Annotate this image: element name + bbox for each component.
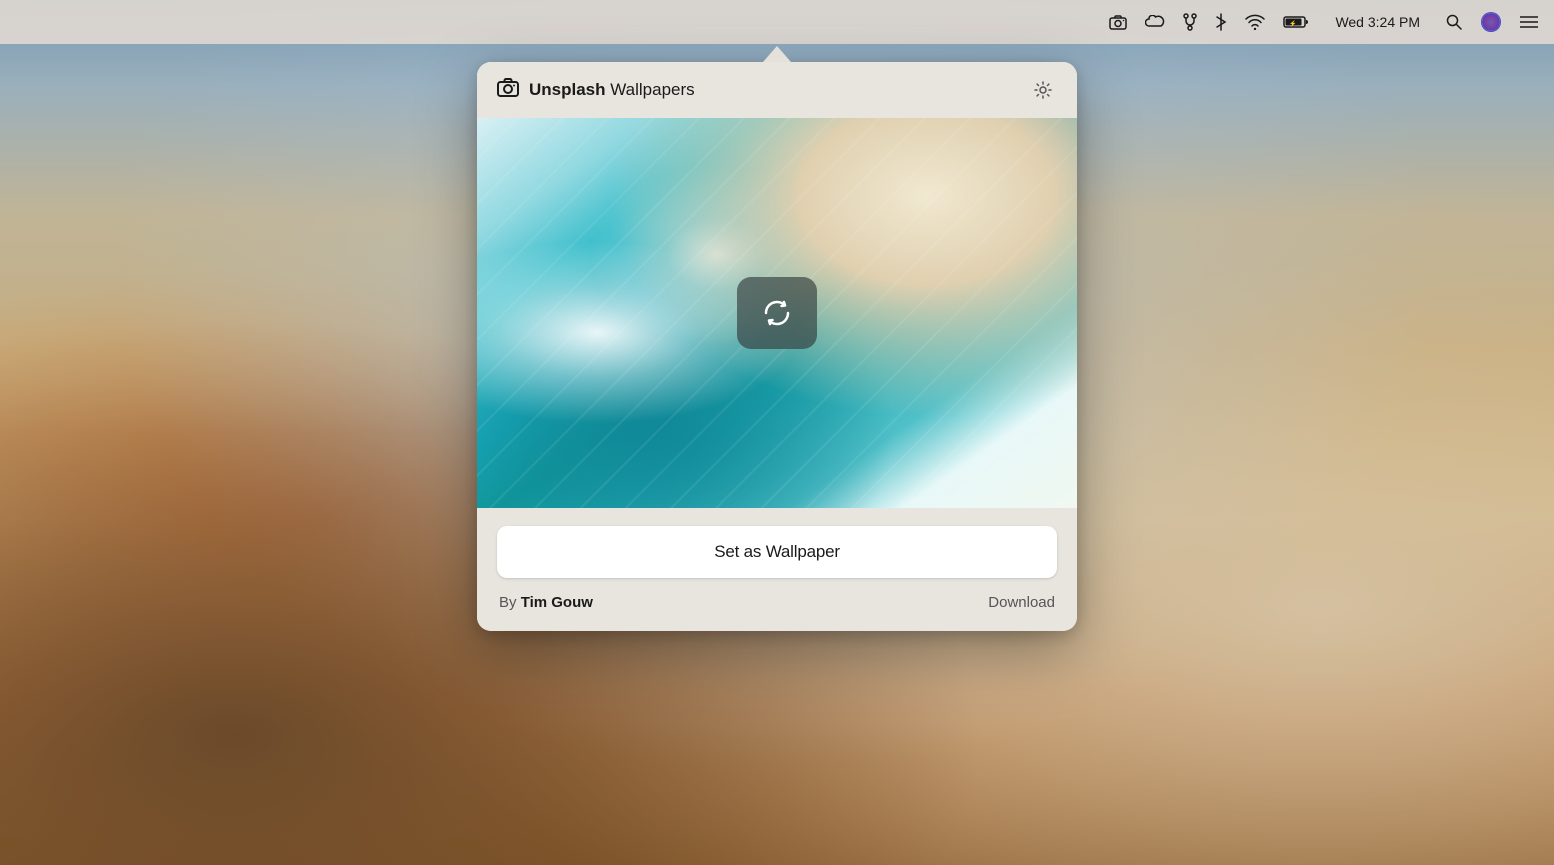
bluetooth-menubar-icon[interactable] [1215, 13, 1227, 31]
menubar: ⚡ Wed 3:24 PM [0, 0, 1554, 44]
profile-menubar-icon[interactable] [1480, 11, 1502, 33]
svg-text:⚡: ⚡ [1289, 20, 1296, 28]
popover-title-area: Unsplash Wallpapers [497, 77, 695, 103]
popover-header: Unsplash Wallpapers [477, 62, 1077, 118]
set-wallpaper-button[interactable]: Set as Wallpaper [497, 526, 1057, 578]
control-center-icon[interactable] [1520, 15, 1538, 29]
camera-menubar-icon[interactable] [1109, 14, 1127, 30]
popover-title: Unsplash Wallpapers [529, 80, 695, 100]
download-link[interactable]: Download [988, 594, 1055, 611]
menubar-time: Wed 3:24 PM [1335, 14, 1420, 30]
refresh-button[interactable] [737, 277, 817, 349]
popover-bottom-panel: Set as Wallpaper By Tim Gouw Download [477, 508, 1077, 631]
photographer-attribution: By Tim Gouw [499, 594, 593, 611]
wallpaper-preview-container [477, 118, 1077, 508]
menubar-icons: ⚡ Wed 3:24 PM [1109, 11, 1538, 33]
settings-gear-icon[interactable] [1029, 76, 1057, 104]
popover-arrow [763, 46, 791, 62]
unsplash-camera-icon [497, 77, 519, 103]
refresh-icon [761, 297, 793, 329]
cloud-menubar-icon[interactable] [1145, 15, 1165, 29]
popover-footer: By Tim Gouw Download [497, 594, 1057, 611]
fork-menubar-icon[interactable] [1183, 13, 1197, 31]
unsplash-wallpapers-popover: Unsplash Wallpapers [477, 62, 1077, 631]
popover-wrapper: Unsplash Wallpapers [477, 44, 1077, 631]
search-menubar-icon[interactable] [1446, 14, 1462, 30]
battery-menubar-icon[interactable]: ⚡ [1283, 15, 1309, 29]
wifi-menubar-icon[interactable] [1245, 14, 1265, 30]
